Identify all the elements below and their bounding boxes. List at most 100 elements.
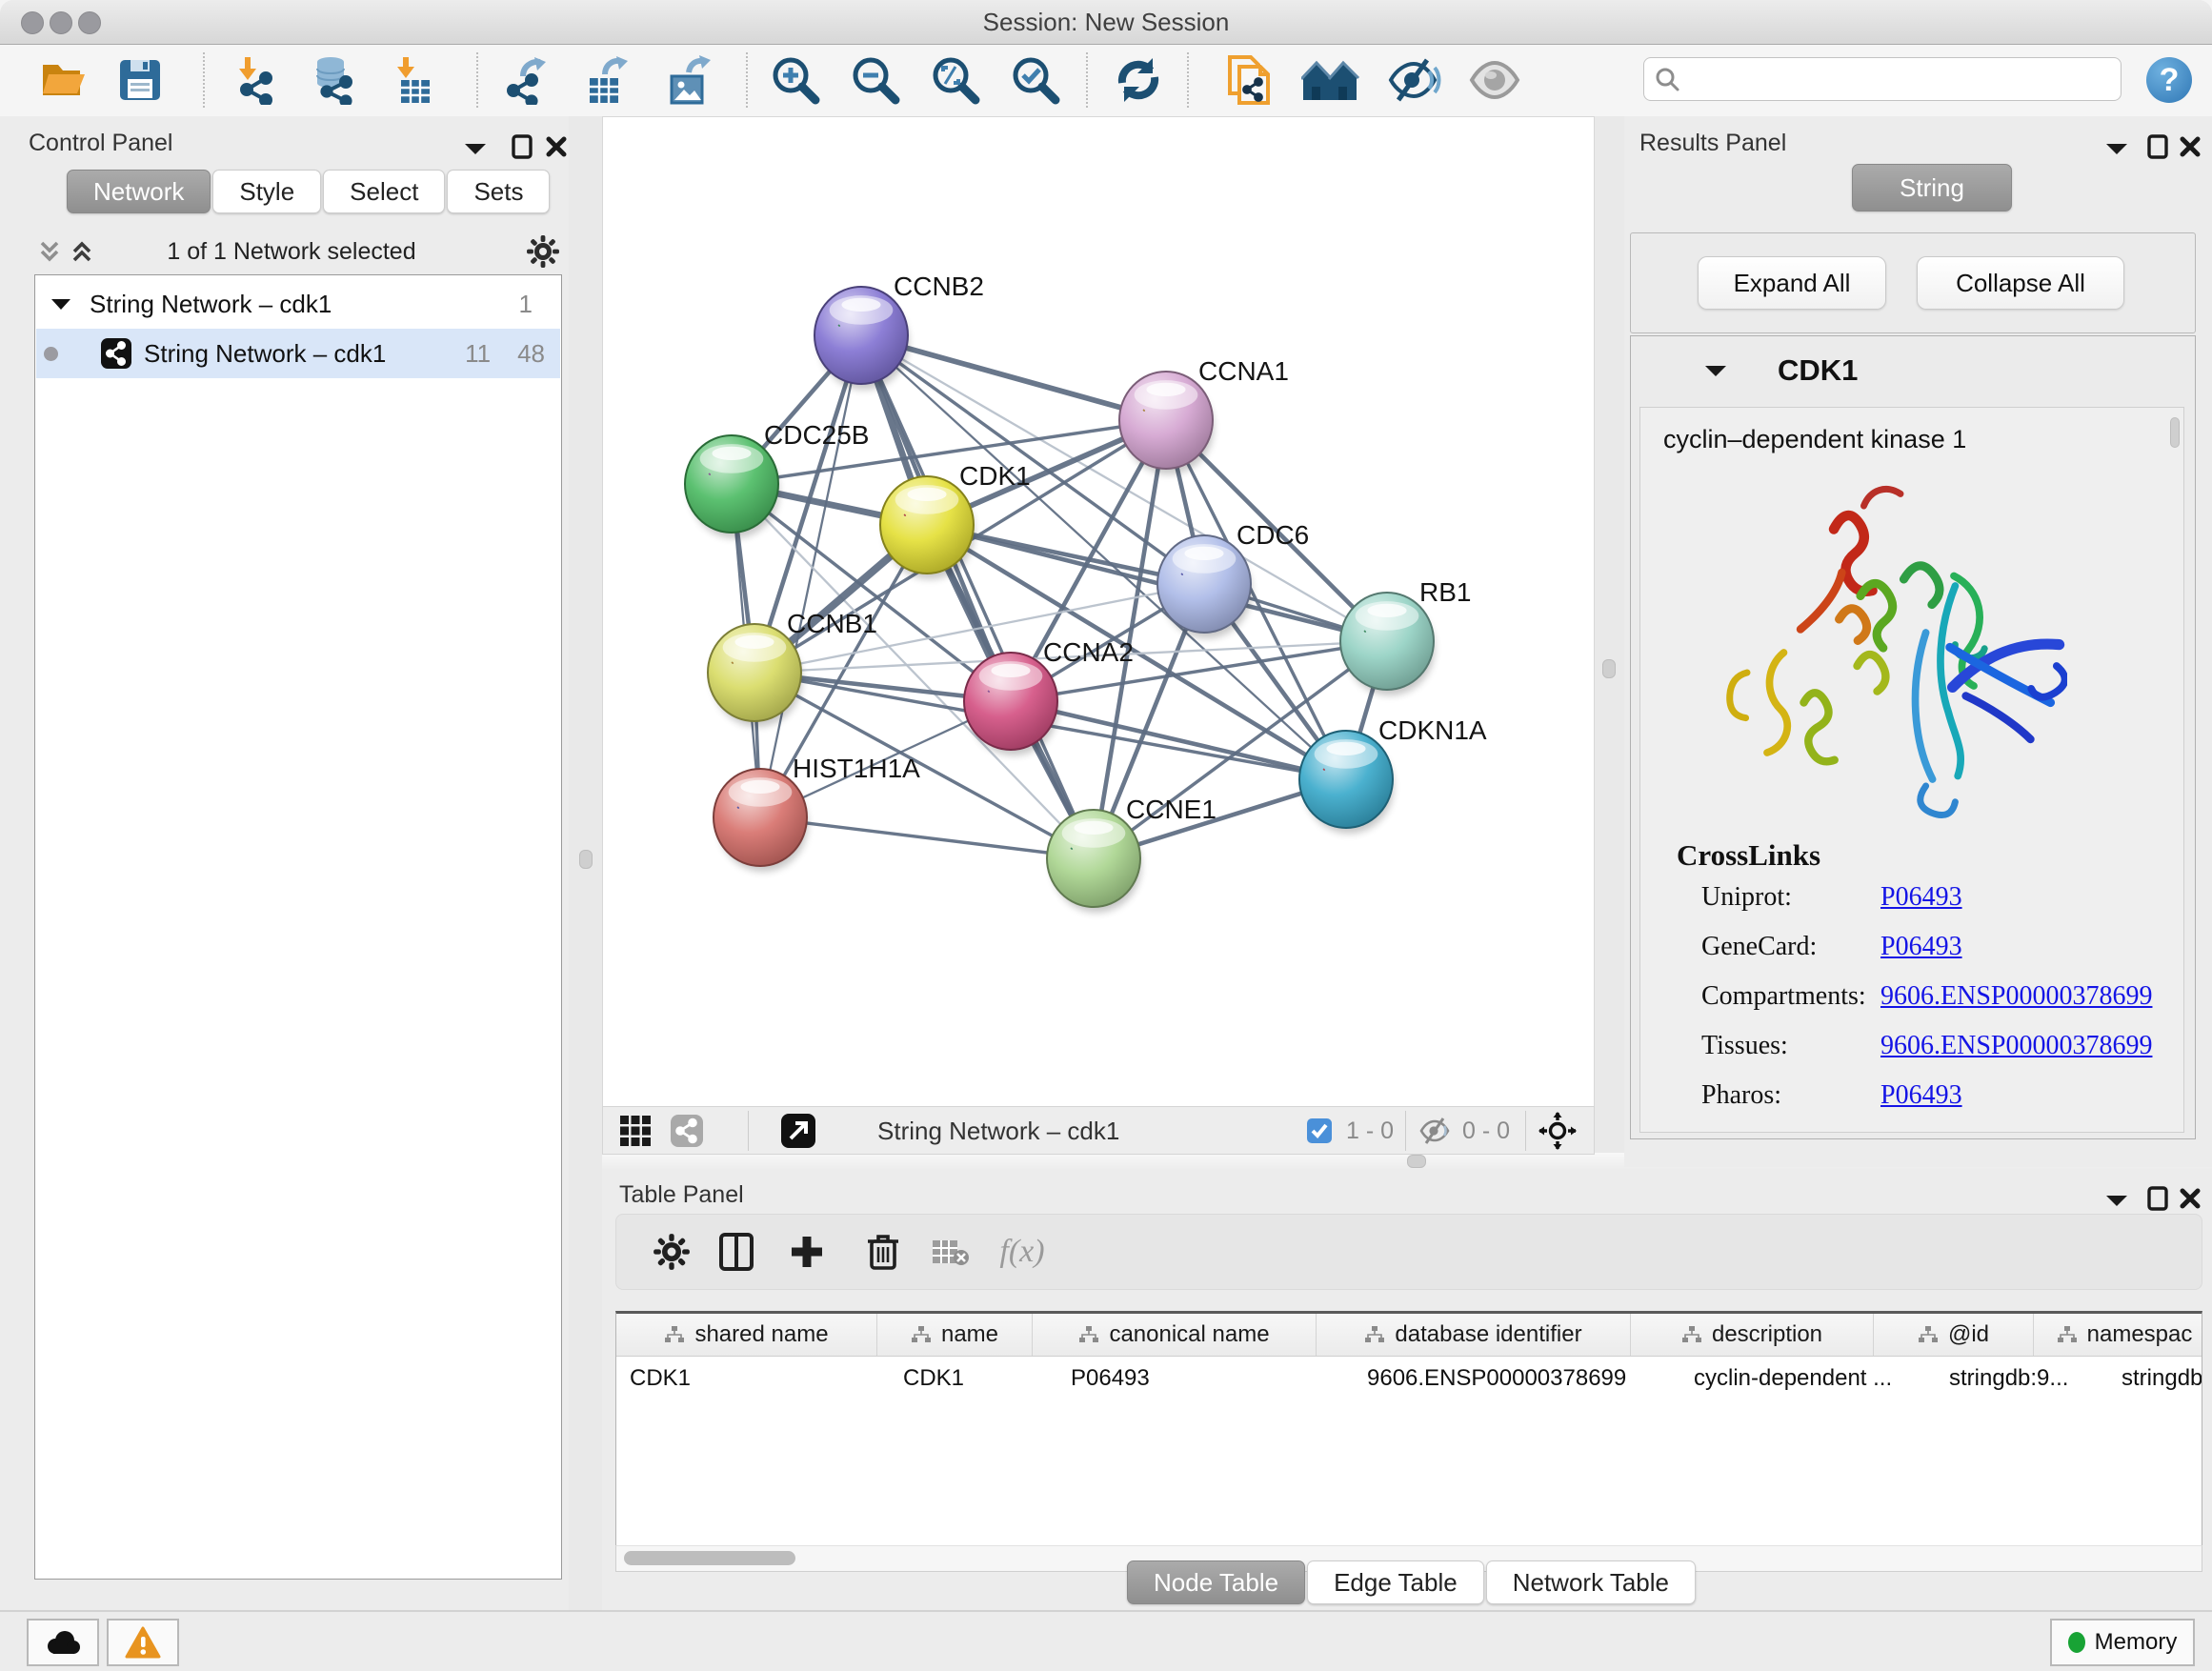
column-header-description[interactable]: description [1631,1314,1874,1356]
table-cell[interactable]: 9606.ENSP00000378699 [1354,1357,1680,1400]
hide-selection-icon[interactable] [1385,52,1444,108]
network-collection-row[interactable]: String Network – cdk1 1 [35,279,561,329]
column-header-namespac[interactable]: namespac [2034,1314,2202,1356]
tab-string[interactable]: String [1852,164,2012,211]
add-column-icon[interactable] [780,1226,834,1278]
table-settings-gear-icon[interactable] [645,1226,698,1278]
node-RB1[interactable] [1340,593,1435,695]
tab-node-table[interactable]: Node Table [1127,1560,1305,1604]
tab-network-table[interactable]: Network Table [1486,1560,1696,1604]
warnings-button[interactable] [107,1619,179,1666]
help-button[interactable]: ? [2140,52,2199,108]
entry-expander-icon[interactable] [1703,363,1728,378]
export-network-icon[interactable] [497,52,556,108]
node-CDC25B[interactable] [685,435,779,538]
table-hscrollbar-thumb[interactable] [624,1551,795,1565]
table-cell[interactable]: P06493 [1057,1357,1354,1400]
node-CDKN1A[interactable] [1299,731,1394,834]
open-session-icon[interactable] [34,52,93,108]
network-graph[interactable]: CCNB2CCNA1CDC25BCDK1CDC6RB1CCNB1CCNA2CDK… [603,117,1592,1104]
collection-expander-icon[interactable] [50,297,71,311]
table-cell[interactable]: CDK1 [890,1357,1057,1400]
table-cell[interactable]: stringdb:9... [1936,1357,2108,1400]
import-table-icon[interactable] [383,52,442,108]
node-CCNB1[interactable] [708,624,802,727]
tab-network[interactable]: Network [67,170,211,213]
grid-view-icon[interactable] [618,1113,653,1149]
divider-handle[interactable] [1602,659,1616,678]
export-table-icon[interactable] [577,52,636,108]
crosslink-value[interactable]: 9606.ENSP00000378699 [1880,1031,2152,1061]
import-network-from-database-icon[interactable] [303,52,362,108]
node-CDC6[interactable] [1157,535,1252,638]
table-row[interactable]: CDK1CDK1P064939606.ENSP00000378699cyclin… [616,1357,2202,1400]
table-cell[interactable]: cyclin-dependent ... [1680,1357,1936,1400]
node-label-CCNE1: CCNE1 [1126,795,1217,824]
table-cell[interactable]: stringdb [2108,1357,2202,1400]
selected-checkbox-icon[interactable] [1306,1113,1333,1149]
column-header-canonical-name[interactable]: canonical name [1033,1314,1317,1356]
function-builder-button[interactable]: f(x) [995,1226,1049,1278]
show-all-icon[interactable] [1465,52,1524,108]
delete-column-trash-icon[interactable] [856,1226,910,1278]
collapse-all-button[interactable]: Collapse All [1917,256,2124,310]
crosslink-value[interactable]: P06493 [1880,882,1962,913]
export-image-icon[interactable] [659,52,718,108]
column-header-database-identifier[interactable]: database identifier [1317,1314,1631,1356]
float-panel-icon[interactable] [2146,1185,2169,1212]
tab-sets[interactable]: Sets [447,170,550,213]
cloud-button[interactable] [27,1619,99,1666]
search-input[interactable] [1688,61,2121,97]
edge-CCNB2-HIST1H1A[interactable] [760,335,861,817]
show-columns-icon[interactable] [710,1226,763,1278]
tab-edge-table[interactable]: Edge Table [1307,1560,1484,1604]
refresh-layout-icon[interactable] [1109,52,1168,108]
node-CCNA1[interactable] [1119,372,1214,474]
left-panel-divider[interactable] [569,116,602,1610]
save-session-icon[interactable] [111,52,170,108]
tab-style[interactable]: Style [212,170,321,213]
divider-handle[interactable] [1407,1155,1426,1168]
fit-content-crosshair-icon[interactable] [1538,1113,1577,1149]
float-panel-icon[interactable] [2146,133,2169,160]
close-panel-icon[interactable] [2179,1187,2202,1210]
zoom-out-icon[interactable] [846,52,905,108]
network-share-icon[interactable] [670,1113,704,1149]
results-scrollbar-thumb[interactable] [2170,417,2180,448]
crosslink-value[interactable]: P06493 [1880,932,1962,962]
clone-network-icon[interactable] [1221,52,1280,108]
float-panel-icon[interactable] [511,133,533,160]
edge-HIST1H1A-CCNE1[interactable] [760,817,1094,858]
right-panel-divider[interactable] [1593,116,1624,1167]
divider-handle[interactable] [579,850,593,869]
hidden-eye-icon[interactable] [1418,1113,1451,1149]
node-HIST1H1A[interactable] [714,769,808,872]
column-header-shared-name[interactable]: shared name [616,1314,877,1356]
column-header-name[interactable]: name [877,1314,1033,1356]
network-canvas[interactable]: CCNB2CCNA1CDC25BCDK1CDC6RB1CCNB1CCNA2CDK… [602,116,1595,1107]
expand-all-button[interactable]: Expand All [1698,256,1886,310]
table-cell[interactable]: CDK1 [616,1357,890,1400]
birdseye-view-icon[interactable] [780,1113,816,1149]
delete-table-icon[interactable] [923,1226,976,1278]
close-panel-icon[interactable] [545,135,568,158]
network-row[interactable]: String Network – cdk1 11 48 [36,329,560,378]
memory-button[interactable]: Memory [2050,1619,2195,1666]
collapse-panel-icon[interactable] [463,141,488,156]
crosslink-value[interactable]: P06493 [1880,1080,1962,1111]
close-panel-icon[interactable] [2179,135,2202,158]
zoom-selected-icon[interactable] [1006,52,1065,108]
zoom-fit-icon[interactable] [926,52,985,108]
node-CCNE1[interactable] [1047,810,1141,913]
home-icon[interactable] [1301,52,1360,108]
column-header-@id[interactable]: @id [1874,1314,2034,1356]
import-network-icon[interactable] [225,52,284,108]
zoom-in-icon[interactable] [766,52,825,108]
entry-header[interactable]: CDK1 [1631,336,2195,405]
tab-select[interactable]: Select [323,170,445,213]
network-options-gear-icon[interactable] [526,234,560,269]
node-CDK1[interactable] [880,476,975,579]
collapse-panel-icon[interactable] [2104,141,2129,156]
crosslink-value[interactable]: 9606.ENSP00000378699 [1880,981,2152,1012]
collapse-panel-icon[interactable] [2104,1193,2129,1208]
